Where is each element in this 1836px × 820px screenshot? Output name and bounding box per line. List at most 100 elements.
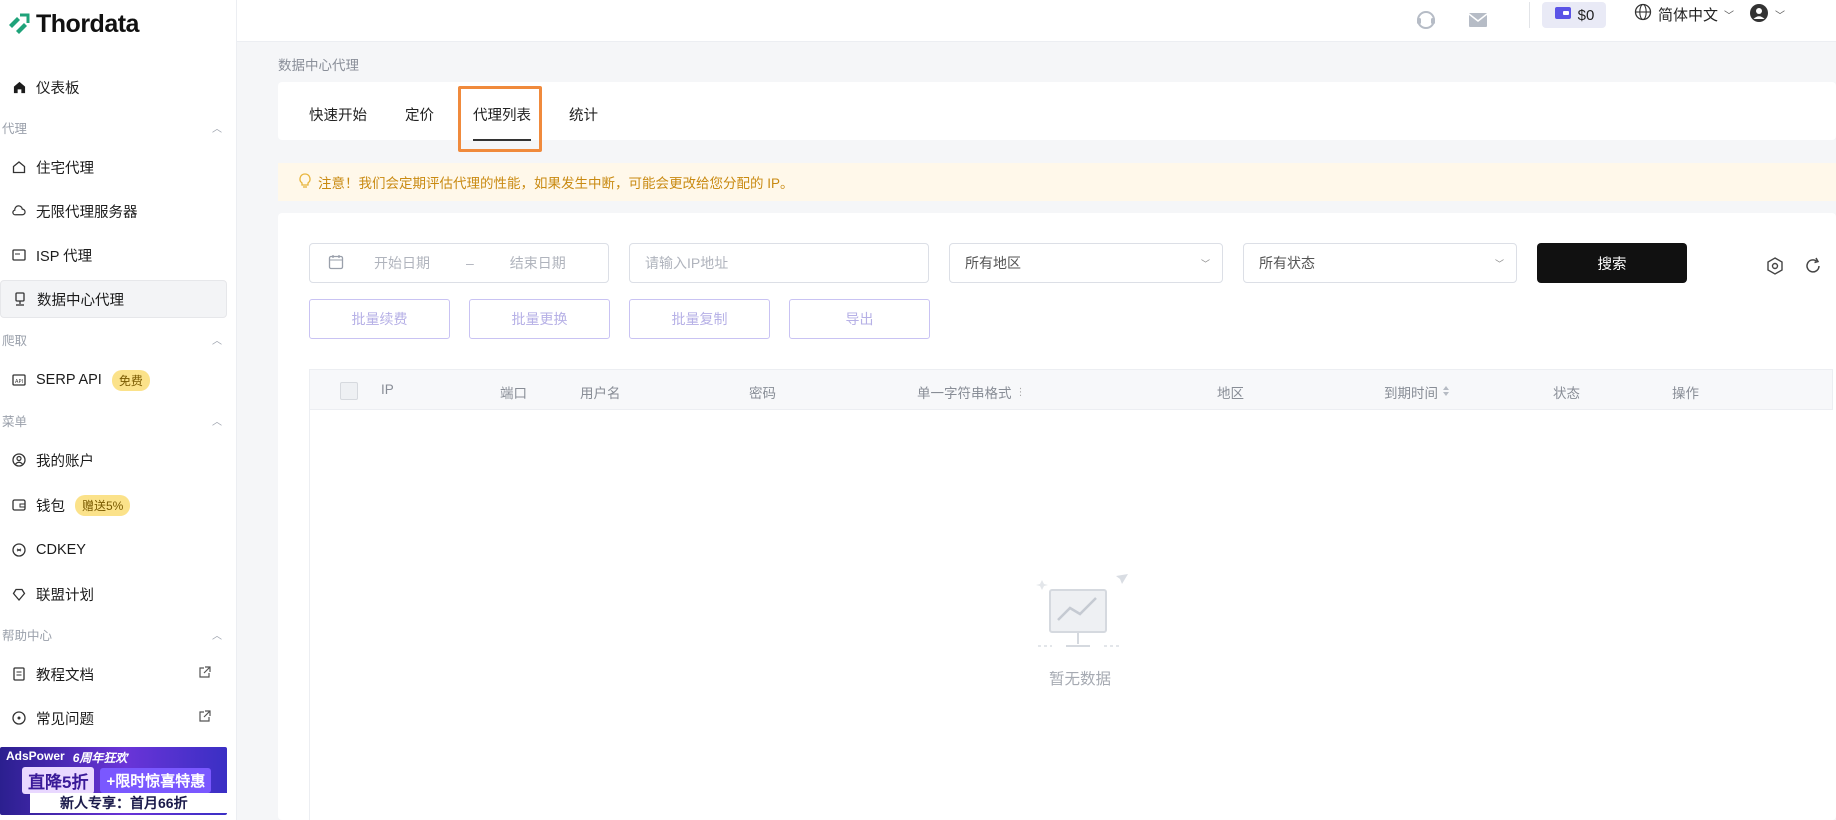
column-actions: 操作 bbox=[1672, 386, 1699, 401]
section-help[interactable]: 帮助中心 ︿ bbox=[2, 624, 222, 644]
sidebar-item-faq[interactable]: 常见问题 bbox=[0, 699, 227, 737]
sidebar-item-label: 数据中心代理 bbox=[37, 292, 124, 309]
column-expiry-label: 到期时间 bbox=[1384, 386, 1438, 401]
notice-banner: 注意！我们会定期评估代理的性能，如果发生中断，可能会更改给您分配的 IP。 bbox=[278, 163, 1836, 201]
column-password: 密码 bbox=[749, 386, 776, 401]
tab-quickstart[interactable]: 快速开始 bbox=[309, 104, 367, 125]
section-menu[interactable]: 菜单 ︿ bbox=[2, 410, 222, 430]
chevron-up-icon: ︿ bbox=[212, 630, 222, 642]
export-button[interactable]: 导出 bbox=[789, 299, 930, 339]
sidebar-item-affiliate[interactable]: 联盟计划 bbox=[0, 575, 227, 613]
sort-icon bbox=[1442, 385, 1450, 400]
sidebar-item-datacenter[interactable]: 数据中心代理 bbox=[0, 280, 227, 318]
home-icon bbox=[12, 80, 26, 94]
status-select[interactable]: 所有状态 ﹀ bbox=[1243, 243, 1517, 283]
diamond-heart-icon bbox=[12, 587, 26, 601]
sidebar-item-isp[interactable]: ISP 代理 bbox=[0, 236, 227, 274]
tab-statistics[interactable]: 统计 bbox=[569, 104, 598, 125]
datacenter-icon bbox=[13, 292, 27, 306]
tab-pricing[interactable]: 定价 bbox=[405, 104, 434, 125]
promo-header: AdsPower 6周年狂欢 bbox=[6, 749, 127, 766]
section-menu-label: 菜单 bbox=[2, 414, 28, 429]
region-select[interactable]: 所有地区 ﹀ bbox=[949, 243, 1223, 283]
sidebar-item-label: 联盟计划 bbox=[36, 587, 94, 604]
chevron-down-icon: ﹀ bbox=[1494, 258, 1504, 269]
chevron-down-icon: ﹀ bbox=[1775, 11, 1785, 22]
sidebar-item-label: 无限代理服务器 bbox=[36, 204, 138, 221]
column-expiry[interactable]: 到期时间 bbox=[1384, 382, 1450, 402]
sidebar-item-label: 我的账户 bbox=[36, 453, 94, 470]
sidebar-item-label: 教程文档 bbox=[36, 667, 94, 684]
column-ip: IP bbox=[381, 382, 394, 397]
batch-replace-button[interactable]: 批量更换 bbox=[469, 299, 610, 339]
section-proxy-label: 代理 bbox=[2, 121, 28, 136]
region-select-value: 所有地区 bbox=[965, 255, 1021, 271]
sidebar-item-account[interactable]: 我的账户 bbox=[0, 441, 227, 479]
section-scrape-label: 爬取 bbox=[2, 333, 28, 348]
svg-text:API: API bbox=[15, 379, 23, 385]
bonus-badge: 赠送5% bbox=[75, 494, 131, 516]
promo-discount-a: 直降5折 bbox=[22, 767, 95, 794]
column-single-string-label: 单一字符串格式 bbox=[917, 386, 1012, 401]
sidebar-item-unlimited[interactable]: 无限代理服务器 bbox=[0, 192, 227, 230]
end-date-input[interactable]: 结束日期 bbox=[510, 253, 566, 273]
lightbulb-icon bbox=[298, 172, 312, 192]
sidebar-item-serp-api[interactable]: API SERP API 免费 bbox=[0, 361, 227, 399]
section-scrape[interactable]: 爬取 ︿ bbox=[2, 329, 222, 349]
document-icon bbox=[12, 667, 26, 681]
tabs-bar: 快速开始 定价 代理列表 统计 bbox=[278, 82, 1836, 141]
sidebar-item-label: ISP 代理 bbox=[36, 248, 93, 265]
sidebar-item-wallet[interactable]: 钱包 赠送5% bbox=[0, 486, 227, 524]
column-status: 状态 bbox=[1553, 386, 1580, 401]
calendar-icon bbox=[328, 254, 344, 273]
ip-search-input[interactable]: 请输入IP地址 bbox=[629, 243, 929, 283]
avatar-icon bbox=[1749, 3, 1769, 26]
promo-newuser: 新人专享：首月66折 bbox=[30, 793, 227, 813]
language-selector[interactable]: 简体中文 ﹀ bbox=[1634, 3, 1734, 25]
sidebar-item-cdkey[interactable]: CDKEY bbox=[0, 531, 227, 569]
column-single-string[interactable]: 单一字符串格式 ⋮ bbox=[917, 382, 1026, 402]
batch-copy-button[interactable]: 批量复制 bbox=[629, 299, 770, 339]
chevron-up-icon: ︿ bbox=[212, 335, 222, 347]
promo-discounts: 直降5折 +限时惊喜特惠 bbox=[22, 767, 212, 794]
column-region: 地区 bbox=[1217, 386, 1244, 401]
balance-amount: $0 bbox=[1577, 6, 1595, 24]
info-dots-icon: ⋮ bbox=[1015, 386, 1026, 398]
status-select-value: 所有状态 bbox=[1259, 255, 1315, 271]
sidebar-item-docs[interactable]: 教程文档 bbox=[0, 655, 227, 693]
search-button[interactable]: 搜索 bbox=[1537, 243, 1687, 283]
mail-icon[interactable] bbox=[1464, 6, 1492, 34]
wallet-balance[interactable]: $0 bbox=[1542, 2, 1606, 28]
sidebar-item-residential[interactable]: 住宅代理 bbox=[0, 148, 227, 186]
select-all-checkbox[interactable] bbox=[340, 382, 358, 400]
section-proxy[interactable]: 代理 ︿ bbox=[2, 117, 222, 137]
column-settings-icon[interactable] bbox=[1763, 254, 1787, 278]
column-username: 用户名 bbox=[580, 386, 621, 401]
notice-text: 注意！我们会定期评估代理的性能，如果发生中断，可能会更改给您分配的 IP。 bbox=[318, 176, 794, 191]
user-menu[interactable]: ﹀ bbox=[1749, 3, 1785, 26]
date-separator: – bbox=[466, 255, 474, 271]
thordata-logo-icon bbox=[6, 11, 32, 37]
promo-banner[interactable]: AdsPower 6周年狂欢 直降5折 +限时惊喜特惠 新人专享：首月66折 bbox=[0, 747, 227, 815]
server-icon bbox=[12, 248, 26, 262]
sidebar-item-label: CDKEY bbox=[36, 542, 86, 558]
refresh-icon[interactable] bbox=[1801, 254, 1825, 278]
sidebar-item-label: 住宅代理 bbox=[36, 160, 94, 177]
start-date-input[interactable]: 开始日期 bbox=[374, 253, 430, 273]
batch-renew-button[interactable]: 批量续费 bbox=[309, 299, 450, 339]
date-range-picker[interactable]: 开始日期 – 结束日期 bbox=[309, 243, 609, 283]
external-link-icon bbox=[198, 665, 211, 683]
brand-logo[interactable]: Thordata bbox=[6, 10, 139, 38]
top-bar: $0 简体中文 ﹀ ﹀ bbox=[237, 0, 1836, 42]
external-link-icon bbox=[198, 709, 211, 727]
free-badge: 免费 bbox=[111, 369, 150, 391]
empty-state-text: 暂无数据 bbox=[1048, 671, 1111, 688]
chevron-up-icon: ︿ bbox=[212, 416, 222, 428]
breadcrumb: 数据中心代理 bbox=[278, 58, 359, 73]
chevron-up-icon: ︿ bbox=[212, 123, 222, 135]
support-headset-icon[interactable] bbox=[1412, 6, 1440, 34]
sidebar-item-dashboard[interactable]: 仪表板 bbox=[0, 68, 227, 106]
tab-proxy-list[interactable]: 代理列表 bbox=[473, 104, 531, 141]
api-icon: API bbox=[12, 373, 26, 387]
chevron-down-icon: ﹀ bbox=[1200, 258, 1210, 269]
